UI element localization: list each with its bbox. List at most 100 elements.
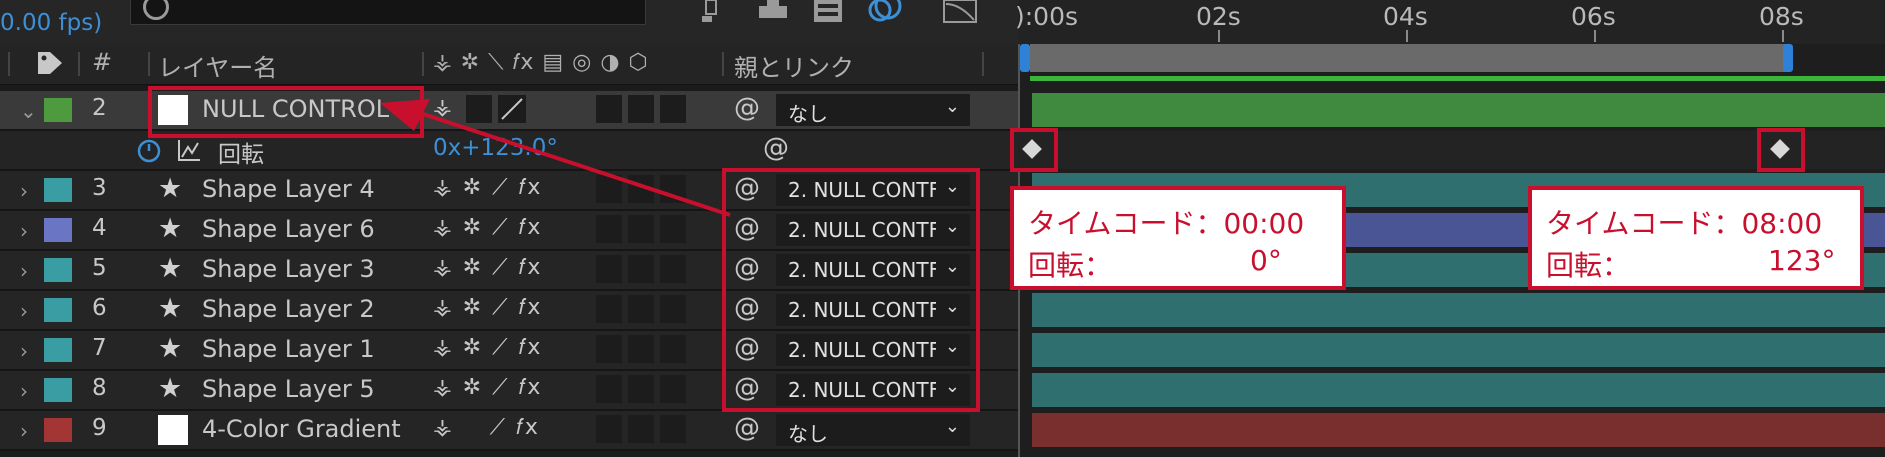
layer-name[interactable]: 4-Color Gradient xyxy=(202,415,401,443)
graph-icon[interactable] xyxy=(176,137,202,163)
callout-end-rotation-value: 123° xyxy=(1768,244,1836,277)
property-name: 回転 xyxy=(218,142,264,168)
layer-color-swatch[interactable] xyxy=(44,178,72,202)
composition-flowchart-icon[interactable] xyxy=(700,0,724,24)
ruler-tick xyxy=(1218,30,1220,42)
layer-bar-6[interactable] xyxy=(1032,293,1885,327)
layer-color-swatch[interactable] xyxy=(44,258,72,282)
switch-cell[interactable] xyxy=(628,375,654,403)
switch-cell[interactable] xyxy=(628,415,654,443)
draft-3d-icon[interactable] xyxy=(757,0,789,24)
shape-layer-icon: ★ xyxy=(158,373,183,404)
switch-cell[interactable] xyxy=(596,335,622,363)
ruler-tick xyxy=(1782,30,1784,42)
shape-layer-icon: ★ xyxy=(158,333,183,364)
layer-name[interactable]: Shape Layer 3 xyxy=(202,255,375,283)
solid-layer-icon xyxy=(158,415,188,445)
layer-color-swatch[interactable] xyxy=(44,98,72,122)
twirl-closed-icon[interactable]: › xyxy=(20,299,28,323)
switch-cell[interactable] xyxy=(596,255,622,283)
layer-number: 9 xyxy=(92,415,107,441)
highlight-keyframe-start xyxy=(1010,128,1058,172)
layer-color-swatch[interactable] xyxy=(44,378,72,402)
chevron-down-icon: ⌄ xyxy=(944,416,960,437)
stopwatch-icon[interactable] xyxy=(136,137,162,163)
property-track[interactable] xyxy=(1018,131,1885,169)
layer-name[interactable]: Shape Layer 5 xyxy=(202,375,375,403)
layer-bar-9[interactable] xyxy=(1032,413,1885,447)
chevron-down-icon: ⌄ xyxy=(944,96,960,117)
switch-cell[interactable] xyxy=(660,415,686,443)
motion-blur-icon[interactable] xyxy=(866,0,902,24)
ruler-label-8s: 08s xyxy=(1759,2,1804,31)
column-separator xyxy=(78,52,80,76)
layer-color-swatch[interactable] xyxy=(44,298,72,322)
twirl-closed-icon[interactable]: › xyxy=(20,379,28,403)
twirl-closed-icon[interactable]: › xyxy=(20,219,28,243)
work-area-end-handle[interactable] xyxy=(1783,44,1793,72)
switch-cell[interactable] xyxy=(660,375,686,403)
callout-end-rotation-label: 回転： xyxy=(1546,249,1631,282)
layer-switches[interactable]: ⚶ ⟋ 𝑓x xyxy=(433,415,540,440)
layer-switches[interactable]: ⚶ ✲ ⟋ 𝑓x xyxy=(433,295,542,320)
layer-name[interactable]: Shape Layer 4 xyxy=(202,175,375,203)
layer-name[interactable]: Shape Layer 1 xyxy=(202,335,375,363)
twirl-closed-icon[interactable]: › xyxy=(20,179,28,203)
twirl-closed-icon[interactable]: › xyxy=(20,419,28,443)
layer-row-9[interactable]: › 9 4-Color Gradient ⚶ ⟋ 𝑓x @ なし ⌄ xyxy=(0,411,1018,451)
layer-color-swatch[interactable] xyxy=(44,218,72,242)
pick-whip-icon[interactable]: @ xyxy=(734,413,760,443)
switch-cell[interactable] xyxy=(596,375,622,403)
layer-bar-8[interactable] xyxy=(1032,373,1885,407)
ruler-label-0s: ):00s xyxy=(1015,2,1079,31)
switch-cell[interactable] xyxy=(660,295,686,323)
layer-switches[interactable]: ⚶ ✲ ⟋ 𝑓x xyxy=(433,255,542,280)
parent-dropdown[interactable]: なし ⌄ xyxy=(776,94,970,126)
layer-color-swatch[interactable] xyxy=(44,418,72,442)
twirl-open-icon[interactable]: ⌄ xyxy=(20,99,37,123)
callout-end: タイムコード：08:00 回転： 123° xyxy=(1528,186,1864,290)
layer-bar-2[interactable] xyxy=(1032,93,1885,127)
render-bar xyxy=(1030,76,1885,81)
switches-header-icons: ⚶ ✲ ⟍ 𝑓x ▤ ◎ ◑ ⬡ xyxy=(433,50,649,75)
search-input[interactable] xyxy=(130,0,646,25)
highlight-parent-column xyxy=(722,168,980,412)
twirl-closed-icon[interactable]: › xyxy=(20,339,28,363)
column-parent-link[interactable]: 親とリンク xyxy=(734,48,854,83)
shape-layer-icon: ★ xyxy=(158,293,183,324)
frame-blending-icon[interactable] xyxy=(812,0,844,24)
shape-layer-icon: ★ xyxy=(158,173,183,204)
layer-number: 6 xyxy=(92,295,107,321)
layer-number: 7 xyxy=(92,335,107,361)
ruler-tick xyxy=(1594,30,1596,42)
ruler-label-2s: 02s xyxy=(1196,2,1241,31)
twirl-closed-icon[interactable]: › xyxy=(20,259,28,283)
layer-color-swatch[interactable] xyxy=(44,338,72,362)
switch-cell[interactable] xyxy=(628,255,654,283)
column-separator xyxy=(8,52,10,76)
column-hash: # xyxy=(92,48,113,76)
column-separator xyxy=(722,52,724,76)
time-ruler[interactable]: ):00s 02s 04s 06s 08s xyxy=(1015,0,1885,44)
label-tag-icon[interactable] xyxy=(36,50,64,76)
layer-name[interactable]: Shape Layer 2 xyxy=(202,295,375,323)
pick-whip-icon[interactable]: @ xyxy=(763,133,789,163)
callout-end-timecode: タイムコード：08:00 xyxy=(1546,207,1823,240)
layer-switches[interactable]: ⚶ ✲ ⟋ 𝑓x xyxy=(433,375,542,400)
switch-cell[interactable] xyxy=(628,295,654,323)
work-area-bar[interactable] xyxy=(1030,44,1790,72)
switch-cell[interactable] xyxy=(596,295,622,323)
shape-layer-icon: ★ xyxy=(158,213,183,244)
work-area-start-handle[interactable] xyxy=(1020,44,1030,72)
parent-dropdown[interactable]: なし ⌄ xyxy=(776,414,970,446)
highlight-keyframe-end xyxy=(1757,128,1805,172)
layer-name[interactable]: Shape Layer 6 xyxy=(202,215,375,243)
layer-bar-7[interactable] xyxy=(1032,333,1885,367)
column-layer-name[interactable]: レイヤー名 xyxy=(158,48,277,83)
switch-cell[interactable] xyxy=(660,255,686,283)
switch-cell[interactable] xyxy=(628,335,654,363)
switch-cell[interactable] xyxy=(660,335,686,363)
switch-cell[interactable] xyxy=(596,415,622,443)
graph-editor-icon[interactable] xyxy=(942,0,978,24)
layer-switches[interactable]: ⚶ ✲ ⟋ 𝑓x xyxy=(433,335,542,360)
